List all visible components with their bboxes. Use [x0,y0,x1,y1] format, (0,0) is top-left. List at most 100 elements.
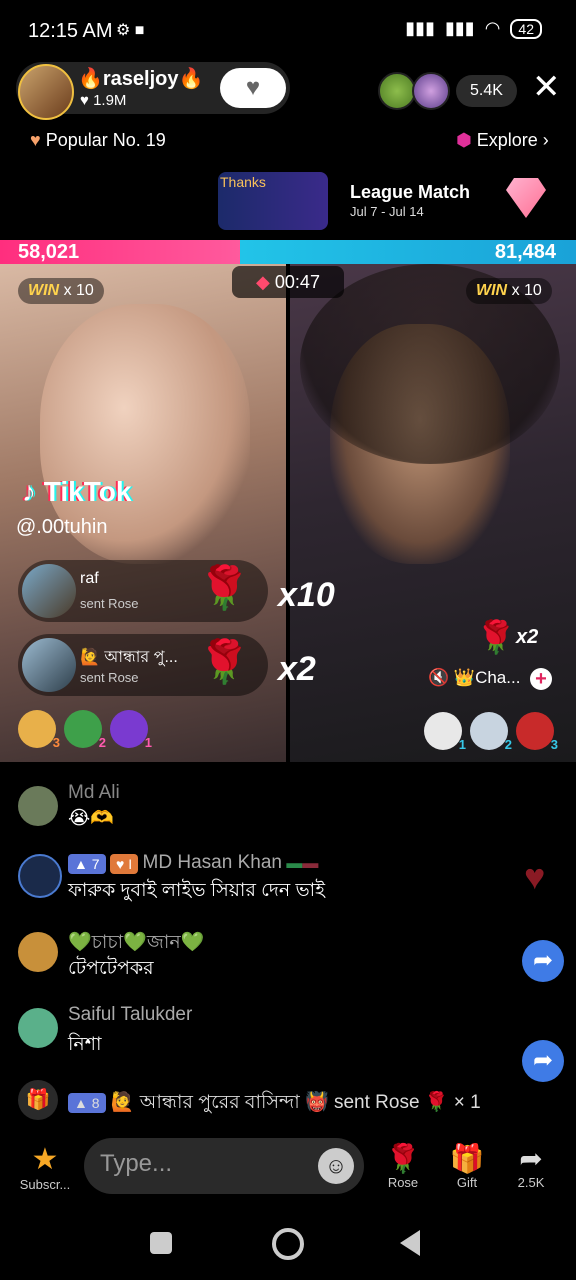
league-thanks: Thanks [220,174,266,190]
level-value: 8 [91,1094,100,1111]
left-top-gifters[interactable]: 3 2 1 [18,710,152,750]
host-avatar[interactable] [18,64,74,120]
sender-name: 🙋 আন্ধার পু... [80,649,178,666]
viewer-avatar[interactable] [378,72,416,110]
guest-name: 👑Cha... [453,668,521,687]
chat-username[interactable]: MD Hasan Khan [143,852,282,873]
gifter-badge[interactable]: 3 [516,712,558,752]
badge-count: 3 [550,737,558,752]
gift-card[interactable]: raf sent Rose 🌹 [18,560,268,622]
gift-text: sent Rose [80,670,139,685]
left-win-streak: WIN x 10 [18,278,104,304]
viewer-list[interactable]: 5.4K [378,72,517,110]
signal-icon: ▮▮▮ [405,18,435,38]
rose-icon: 🌹 [385,1143,421,1174]
sender-avatar[interactable] [22,564,76,618]
right-win-streak: WIN x 10 [466,278,552,304]
gifter-badge[interactable]: 1 [110,710,152,750]
home-icon[interactable] [272,1228,304,1260]
gift-icon: 🎁 [18,1080,58,1120]
share-arrow-icon: ➦ [519,1143,543,1174]
back-icon[interactable] [400,1230,420,1256]
sender-avatar[interactable] [22,638,76,692]
gift-button[interactable]: 🎁 Gift [446,1142,488,1190]
tiktok-logo-icon: ♪ [22,476,36,507]
share-button[interactable]: ➦ 2.5K [510,1142,552,1190]
share-count: 2.5K [517,1175,545,1190]
viewer-count[interactable]: 5.4K [456,75,517,107]
recent-apps-icon[interactable] [150,1232,172,1254]
rose-label: Rose [387,1175,419,1190]
flag-icon: ▬ [286,855,303,872]
star-planet-icon: ★ [31,1143,59,1176]
chat-text: ফারুক দুবাই লাইভ সিয়ার দেন ভাই [68,880,326,901]
fan-badge: ♥ I [110,853,139,874]
subscribe-label: Subscr... [19,1177,71,1192]
host-name: 🔥raseljoy🔥 [78,68,204,90]
popular-rank[interactable]: ♥ Popular No. 19 [30,130,166,151]
viewer-avatar[interactable] [412,72,450,110]
chevron-right-icon: › [542,130,549,150]
diamond-icon[interactable] [506,178,546,218]
right-score: 81,484 [494,241,556,263]
close-icon[interactable]: ✕ [532,70,561,104]
win-mult: x 10 [63,282,94,299]
badge-count: 1 [144,735,152,750]
right-gift-multiplier: x2 [516,626,539,648]
right-top-gifters[interactable]: 1 2 3 [424,712,558,752]
chat-avatar[interactable] [18,854,62,898]
gifter-badge[interactable]: 2 [470,712,512,752]
chat-avatar[interactable] [18,932,58,972]
flag-icon: ▬ [302,855,319,872]
gift-icon: 🎁 [449,1143,485,1174]
subscribe-button[interactable]: ★ Subscr... [16,1142,74,1192]
battery-icon: 42 [510,18,542,39]
popular-label: Popular No. 19 [45,130,166,150]
gift-card[interactable]: 🙋 আন্ধার পু... sent Rose 🌹 [18,634,268,696]
heart-icon: ♥ [30,130,41,150]
watermark-username: @.00tuhin [16,516,108,538]
chat-text: 😭🫶 [68,808,114,829]
emoji-icon[interactable]: ☺ [318,1148,354,1184]
gift-label: Gift [456,1175,478,1190]
badge-count: 1 [458,737,466,752]
chat-username[interactable]: Md Ali [68,782,120,804]
gift-text: sent Rose [80,596,139,611]
comment-placeholder[interactable]: Type... [100,1150,172,1178]
watermark-text: TikTok [43,476,132,507]
heart-icon: ♥ [245,74,261,101]
status-bar: 12:15 AM ⚙ ■ ▮▮▮ ▮▮▮ ◠ 42 [0,0,576,60]
level-badge: ▲ 8 [68,1092,106,1113]
share-icon[interactable]: ➦ [522,1040,564,1082]
explore-label: Explore [476,130,538,150]
gifter-badge[interactable]: 1 [424,712,466,752]
explore-button[interactable]: ⬢ Explore › [456,130,549,151]
gifter-badge[interactable]: 3 [18,710,60,750]
follow-button[interactable]: ♥ [220,68,286,108]
gift-multiplier: x2 [278,650,316,688]
badge-count: 2 [504,737,512,752]
gift-multiplier: x10 [278,576,335,614]
share-icon[interactable]: ➦ [522,940,564,982]
rose-button[interactable]: 🌹 Rose [382,1142,424,1190]
host-pill[interactable]: 🔥raseljoy🔥 ♥ 1.9M ♥ [16,62,290,120]
league-date: Jul 7 - Jul 14 [350,204,424,219]
system-icons: ▮▮▮ ▮▮▮ ◠ 42 [405,18,542,39]
rose-icon: 🌹 [476,619,516,655]
rose-icon: 🌹 [198,638,251,685]
chat-avatar[interactable] [18,786,58,826]
level-badge: ▲ 7 [68,853,106,874]
explore-icon: ⬢ [456,130,472,150]
chat-username[interactable]: Saiful Talukder [68,1004,192,1026]
guest-tag[interactable]: 🔇 👑Cha... [428,668,520,688]
win-label: WIN [28,282,60,299]
chat-avatar[interactable] [18,1008,58,1048]
add-guest-button[interactable]: + [530,668,552,690]
win-mult: x 10 [511,282,542,299]
gifter-badge[interactable]: 2 [64,710,106,750]
wifi-icon: ◠ [484,18,501,38]
chat-text: টেপটেপকর [68,958,154,979]
level-value: 7 [91,855,100,872]
fan-value: I [128,855,133,872]
league-title[interactable]: League Match [350,182,470,203]
